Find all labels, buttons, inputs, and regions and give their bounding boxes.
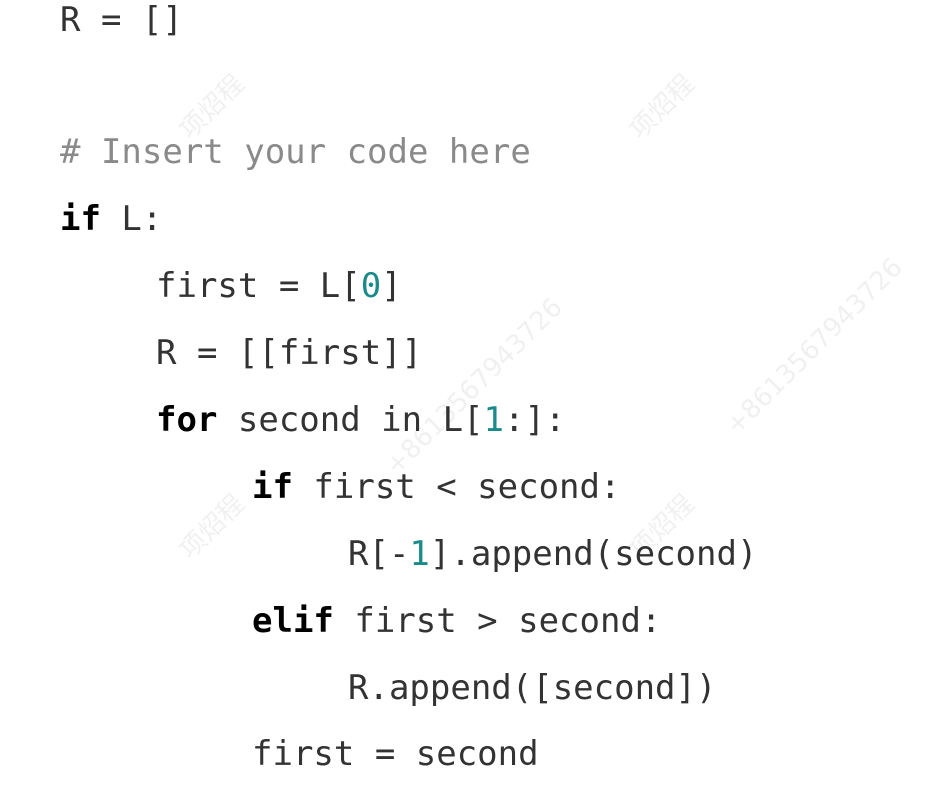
code-line: if first < second: bbox=[252, 467, 620, 507]
number-literal: 0 bbox=[360, 266, 382, 306]
code-line: for second in L[1:]: bbox=[156, 400, 565, 440]
code-text: L: bbox=[100, 199, 163, 239]
keyword: if bbox=[252, 467, 293, 507]
code-line: first = second bbox=[252, 734, 539, 774]
keyword: for bbox=[156, 400, 218, 440]
number-literal: 1 bbox=[483, 400, 505, 440]
code-text: second in L[ bbox=[217, 400, 484, 440]
code-text: R[- bbox=[348, 534, 410, 574]
code-text: first > second: bbox=[333, 601, 662, 641]
code-text: first < second: bbox=[292, 467, 621, 507]
code-text: first = L[ bbox=[156, 266, 361, 306]
code-text: :]: bbox=[504, 400, 566, 440]
code-comment-line: # Insert your code here bbox=[60, 132, 531, 172]
keyword: elif bbox=[252, 601, 334, 641]
code-text: ] bbox=[381, 266, 402, 306]
code-screenshot: 项炤程 项炤程 +8613567943726 +8613567943726 项炤… bbox=[0, 0, 930, 796]
code-line: R.append([second]) bbox=[348, 668, 716, 708]
code-text: ].append(second) bbox=[429, 534, 758, 574]
code-text: R.append([second]) bbox=[348, 668, 717, 708]
code-line: R = [[first]] bbox=[156, 333, 422, 373]
code-line: R = [] bbox=[60, 0, 183, 40]
code-comment: # Insert your code here bbox=[60, 132, 531, 172]
code-text: R = [[first]] bbox=[156, 333, 423, 373]
code-line: if L: bbox=[60, 199, 162, 239]
code-block: R = [] # Insert your code here if L: fir… bbox=[0, 0, 930, 796]
code-text: first = second bbox=[252, 734, 539, 774]
code-line: elif first > second: bbox=[252, 601, 661, 641]
code-text: R = [] bbox=[60, 0, 183, 40]
code-line: R[-1].append(second) bbox=[348, 534, 757, 574]
keyword: if bbox=[60, 199, 101, 239]
number-literal: 1 bbox=[409, 534, 430, 574]
code-line: first = L[0] bbox=[156, 266, 402, 306]
